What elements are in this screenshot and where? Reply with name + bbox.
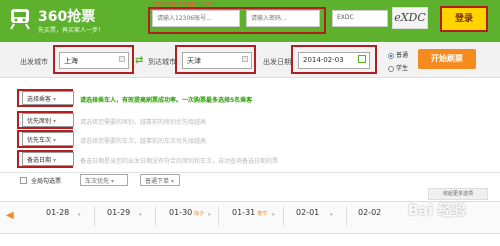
- chevron-down-icon: ▾: [139, 212, 142, 218]
- date-highlight: [291, 45, 377, 74]
- radio-selected-icon: [388, 52, 394, 59]
- date-divider: [283, 206, 284, 226]
- ticket-type-normal-radio[interactable]: 普通: [388, 50, 408, 59]
- sort-priority-select[interactable]: 车次优先 ▾: [80, 174, 128, 186]
- order-mode-select[interactable]: 普通下单 ▾: [140, 174, 180, 186]
- login-button[interactable]: 登录: [440, 6, 488, 32]
- chevron-down-icon: ▾: [171, 178, 175, 185]
- date-divider: [155, 206, 156, 226]
- chevron-down-icon: ▾: [111, 178, 115, 185]
- app-logo-text: 360抢票: [38, 9, 96, 25]
- chevron-down-icon: ▾: [53, 118, 57, 125]
- password-input[interactable]: [246, 10, 320, 27]
- date-tab[interactable]: 02-01: [296, 208, 319, 217]
- chevron-down-icon: ▾: [53, 137, 57, 144]
- start-search-button[interactable]: 开始刷票: [418, 49, 476, 69]
- from-city-label: 出发城市: [20, 58, 48, 66]
- date-divider: [94, 206, 95, 226]
- to-city-label: 到达城市: [148, 58, 176, 66]
- alt-date-hint: 备选日期是当您的出发日期没有符合的席别和车次，自动查询备选日期的票: [80, 158, 279, 165]
- captcha-input[interactable]: EXDC: [332, 10, 388, 27]
- date-tab[interactable]: 02-02: [358, 208, 381, 217]
- date-tab[interactable]: 01-30 除夕: [169, 208, 204, 217]
- seat-class-select[interactable]: 优先席别 ▾: [22, 113, 74, 127]
- chevron-down-icon: ▾: [208, 212, 211, 218]
- passenger-select[interactable]: 选择乘客 ▾: [22, 91, 74, 105]
- date-divider: [218, 206, 219, 226]
- chevron-down-icon: ▾: [330, 212, 333, 218]
- global-checkbox-label: 全局勾选票: [31, 178, 62, 185]
- to-city-highlight: [175, 45, 256, 74]
- train-number-hint: 请选择您需要的车次，越靠前的车次优先级越高: [80, 138, 207, 145]
- passenger-hint: 请选择乘车人，有效提高刷票成功率。一次购票最多选择5名乘客: [80, 97, 253, 104]
- train-logo-icon: [10, 9, 30, 30]
- global-checkbox[interactable]: [20, 177, 27, 184]
- swap-cities-icon[interactable]: ⇄: [135, 55, 143, 66]
- app-slogan: 先买票，再买家人一步！: [38, 27, 105, 34]
- collapse-options-link[interactable]: 收起更多选项: [428, 188, 488, 200]
- prev-dates-arrow-icon[interactable]: ◀: [6, 210, 14, 221]
- baidu-watermark: Bai 经验: [408, 203, 466, 219]
- date-label: 出发日期: [263, 58, 291, 66]
- chevron-down-icon: ▾: [272, 212, 275, 218]
- chevron-down-icon: ▾: [78, 212, 81, 218]
- date-divider: [346, 206, 347, 226]
- captcha-image[interactable]: eXDC: [392, 7, 428, 29]
- from-city-highlight: [53, 45, 134, 74]
- ticket-type-student-radio[interactable]: 学生: [388, 63, 408, 72]
- username-input[interactable]: [152, 10, 240, 27]
- seat-class-hint: 请选择您需要的席别，越靠前的席别优先级越高: [80, 119, 207, 126]
- alt-date-select[interactable]: 备选日期 ▾: [22, 152, 74, 166]
- chevron-down-icon: ▾: [53, 96, 57, 103]
- radio-unselected-icon: [388, 65, 394, 72]
- date-tab[interactable]: 01-28: [46, 208, 69, 217]
- train-number-select[interactable]: 优先车次 ▾: [22, 132, 74, 146]
- chevron-down-icon: ▾: [53, 157, 57, 164]
- extra-options-row: [0, 172, 500, 190]
- date-tab[interactable]: 01-31 春节: [232, 208, 267, 217]
- date-tab[interactable]: 01-29: [107, 208, 130, 217]
